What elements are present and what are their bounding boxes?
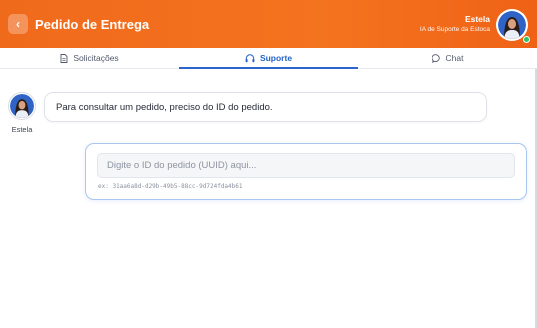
- assistant-name: Estela: [464, 14, 490, 24]
- tab-bar: Solicitações Suporte Chat: [0, 48, 537, 69]
- order-id-example: ex: 31aa6a8d-d29b-49b5-88cc-9d724fda4b61: [98, 183, 243, 190]
- tab-solicitacoes[interactable]: Solicitações: [0, 48, 179, 68]
- headset-icon: [245, 53, 255, 62]
- assistant-role: IA de Suporte da Estoca: [419, 26, 490, 33]
- tab-label: Chat: [445, 53, 464, 63]
- assistant-avatar-image: [10, 94, 34, 118]
- app-header: ‹ Pedido de Entrega Estela IA de Suporte…: [0, 0, 537, 48]
- message-text: Para consultar um pedido, preciso do ID …: [56, 101, 273, 113]
- order-id-input[interactable]: [97, 153, 515, 178]
- order-id-card: ex: 31aa6a8d-d29b-49b5-88cc-9d724fda4b61: [85, 143, 527, 200]
- message-author: Estela: [11, 125, 33, 134]
- assistant-info: Estela IA de Suporte da Estoca: [420, 14, 490, 33]
- assistant-message: Para consultar um pedido, preciso do ID …: [44, 92, 487, 122]
- chat-bubble-icon: [431, 53, 440, 63]
- assistant-avatar-image: [498, 11, 526, 39]
- back-button[interactable]: ‹: [8, 14, 28, 34]
- avatar: [8, 92, 36, 120]
- tab-chat[interactable]: Chat: [358, 48, 537, 68]
- tab-label: Suporte: [259, 53, 293, 63]
- tab-suporte[interactable]: Suporte: [179, 48, 358, 69]
- online-status-dot: [523, 36, 530, 43]
- tab-label: Solicitações: [73, 53, 119, 63]
- chevron-left-icon: ‹: [16, 17, 20, 31]
- document-icon: [60, 53, 68, 63]
- page-title: Pedido de Entrega: [35, 16, 150, 32]
